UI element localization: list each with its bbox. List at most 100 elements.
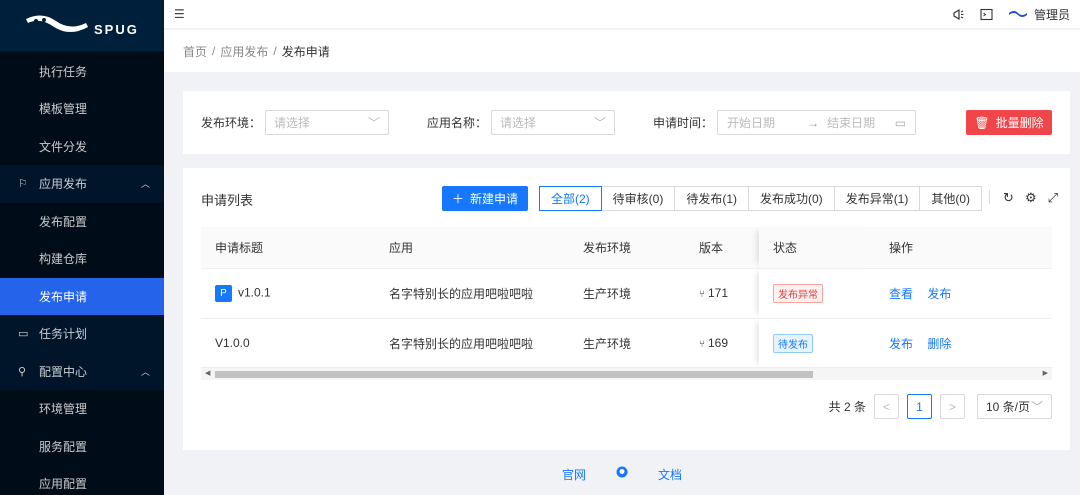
view-link[interactable]: 查看	[889, 287, 913, 301]
breadcrumb-separator: /	[273, 44, 277, 58]
fullscreen-icon[interactable]: ⤢	[1048, 190, 1058, 206]
sidebar: SPUG 执行任务 模板管理 文件分发 ⚐ 应用发布 ︿ 发布配置 构建仓库 发…	[0, 0, 164, 495]
tab-deploy-error[interactable]: 发布异常(1)	[834, 186, 921, 211]
table-row: Pv1.0.1 名字特别长的应用吧啦吧啦 生产环境 ⑂ 171 发布异常 查看 发…	[201, 268, 1052, 319]
config-icon: ⚲	[18, 365, 27, 378]
column-header: 状态	[759, 227, 875, 269]
page-size-select[interactable]: 10 条/页 ﹀	[977, 394, 1052, 419]
row-env: 生产环境	[569, 268, 685, 319]
nav-group-schedule[interactable]: ▭ 任务计划	[0, 315, 164, 353]
nav-label: 任务计划	[39, 327, 88, 342]
settings-icon[interactable]: ⚙	[1025, 190, 1037, 206]
nav-item-service-config[interactable]: 服务配置	[0, 427, 164, 465]
reload-icon[interactable]: ↻	[1003, 190, 1014, 206]
pagination: 共 2 条 < 1 > 10 条/页 ﹀	[829, 394, 1052, 419]
row-status-cell: 发布异常	[759, 268, 875, 319]
terminal-icon[interactable]	[980, 7, 994, 21]
row-version: 169	[708, 336, 729, 350]
nav-group-deploy[interactable]: ⚐ 应用发布 ︿	[0, 165, 164, 203]
request-list-card: 申请列表 ＋ 新建申请 全部(2) 待审核(0) 待发布(1) 发布成功(0) …	[183, 168, 1070, 450]
spug-logo-icon	[26, 14, 88, 32]
batch-delete-button[interactable]: 🗑 批量删除	[966, 110, 1052, 135]
nav-label: 构建仓库	[39, 252, 88, 267]
tab-deploy-success[interactable]: 发布成功(0)	[749, 186, 835, 211]
env-select[interactable]: 请选择 ﹀	[265, 110, 390, 135]
logo: SPUG	[0, 0, 164, 51]
nav-label: 环境管理	[39, 402, 88, 417]
new-request-button[interactable]: ＋ 新建申请	[442, 186, 528, 211]
nav-label: 文件分发	[39, 139, 88, 154]
nav-group-config-center[interactable]: ⚲ 配置中心 ︿	[0, 352, 164, 390]
nav-label: 发布申请	[39, 289, 88, 304]
row-app: 名字特别长的应用吧啦吧啦	[375, 268, 569, 319]
nav-item-template[interactable]: 模板管理	[0, 90, 164, 128]
breadcrumb-home[interactable]: 首页	[183, 43, 207, 60]
arrow-right-icon: →	[807, 115, 820, 130]
priority-tag: P	[215, 284, 232, 302]
scroll-left-icon[interactable]: ◀	[205, 369, 210, 377]
row-status-cell: 待发布	[759, 318, 875, 369]
chevron-up-icon: ︿	[140, 366, 150, 377]
nav-item-build-repo[interactable]: 构建仓库	[0, 240, 164, 278]
delete-link[interactable]: 删除	[927, 337, 951, 351]
list-title: 申请列表	[201, 193, 254, 208]
menu-fold-icon[interactable]: ☰	[174, 7, 185, 21]
breadcrumb-parent[interactable]: 应用发布	[220, 43, 268, 60]
row-version: 171	[708, 286, 729, 300]
deploy-link[interactable]: 发布	[889, 337, 913, 351]
nav-label: 执行任务	[39, 64, 88, 79]
tab-pending-review[interactable]: 待审核(0)	[601, 186, 676, 211]
prev-page-button[interactable]: <	[874, 394, 899, 419]
nav-item-exec-task[interactable]: 执行任务	[0, 52, 164, 90]
nav-label: 模板管理	[39, 102, 88, 117]
filter-bar: 发布环境： 请选择 ﹀ 应用名称： 请选择 ﹀ 申请时间： 开始日期 → 结束日…	[183, 91, 1070, 154]
notification-icon[interactable]	[952, 7, 966, 21]
nav-label: 应用配置	[39, 477, 88, 492]
horizontal-scrollbar[interactable]: ◀ ▶	[201, 367, 1052, 380]
nav-label: 发布配置	[39, 214, 88, 229]
date-range-picker[interactable]: 开始日期 → 结束日期 ▭	[717, 110, 917, 135]
start-date-input[interactable]: 开始日期	[727, 114, 775, 131]
chevron-down-icon: ﹀	[1030, 400, 1043, 414]
top-header: ☰ 管理员	[164, 0, 1080, 28]
column-header: 版本	[685, 227, 759, 269]
app-select[interactable]: 请选择 ﹀	[491, 110, 616, 135]
breadcrumb: 首页 / 应用发布 / 发布申请	[164, 30, 1080, 72]
nav-item-deploy-request[interactable]: 发布申请	[0, 277, 164, 315]
app-filter-label: 应用名称：	[427, 116, 488, 130]
branch-icon: ⑂	[699, 339, 705, 350]
chevron-down-icon: ﹀	[594, 116, 607, 130]
deploy-link[interactable]: 发布	[927, 287, 951, 301]
row-actions: 发布 删除	[875, 318, 1052, 369]
end-date-input[interactable]: 结束日期	[827, 114, 875, 131]
table-header-row: 申请标题 应用 发布环境 版本 状态 操作	[201, 227, 1052, 269]
tab-other[interactable]: 其他(0)	[920, 186, 983, 211]
page-number[interactable]: 1	[907, 394, 932, 419]
breadcrumb-current: 发布申请	[281, 44, 330, 59]
github-icon[interactable]	[616, 466, 628, 483]
user-menu[interactable]: 管理员	[1008, 6, 1070, 23]
app-select-placeholder: 请选择	[500, 116, 537, 130]
official-site-link[interactable]: 官网	[562, 466, 586, 483]
scroll-right-icon[interactable]: ▶	[1043, 369, 1048, 377]
nav-item-deploy-config[interactable]: 发布配置	[0, 202, 164, 240]
plus-icon: ＋	[451, 192, 464, 206]
status-tabs: 全部(2) 待审核(0) 待发布(1) 发布成功(0) 发布异常(1) 其他(0…	[539, 186, 983, 211]
nav-label: 配置中心	[39, 364, 88, 379]
scrollbar-thumb[interactable]	[215, 371, 813, 378]
tab-pending-deploy[interactable]: 待发布(1)	[675, 186, 750, 211]
column-header: 应用	[375, 227, 569, 269]
nav-item-env-manage[interactable]: 环境管理	[0, 390, 164, 428]
docs-link[interactable]: 文档	[658, 466, 682, 483]
tab-all[interactable]: 全部(2)	[539, 186, 602, 211]
row-version-cell: ⑂ 171	[685, 268, 759, 319]
nav-item-file-distribution[interactable]: 文件分发	[0, 127, 164, 165]
nav-label: 应用发布	[39, 177, 88, 192]
page-size-label: 10 条/页	[986, 400, 1031, 414]
chevron-up-icon: ︿	[140, 179, 150, 190]
row-title-cell: Pv1.0.1	[201, 268, 375, 319]
nav-item-app-config[interactable]: 应用配置	[0, 465, 164, 495]
next-page-button[interactable]: >	[940, 394, 965, 419]
footer: 官网 文档	[164, 466, 1080, 483]
deploy-icon: ⚐	[18, 178, 28, 191]
